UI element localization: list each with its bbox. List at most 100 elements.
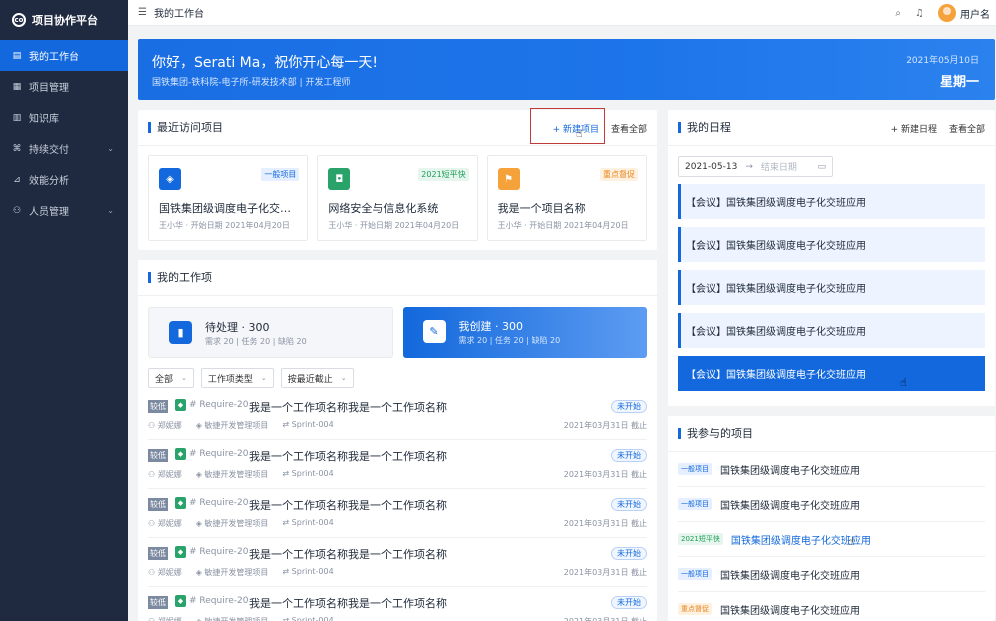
start-date: 2021-05-13 [685,161,738,172]
item-code: # Require-20 [189,547,249,557]
joined-project-row[interactable]: 重点督促 国铁集团级调度电子化交班应用 [678,592,985,621]
calendar-icon: ▭ [817,161,826,172]
schedule-event[interactable]: 【会议】国铁集团级调度电子化交班应用 [678,227,985,262]
inbox-icon: ▮ [169,321,192,344]
flag-icon: ⚑ [497,168,520,190]
work-item-row[interactable]: 较低 ◆# Require-20我是一个工作项名称我是一个工作项名称 未开始 ⚇ 郑妮… [148,587,647,621]
filter-select[interactable]: 按最近截止 ⌄ [280,368,354,388]
joined-project-row[interactable]: 一般项目 国铁集团级调度电子化交班应用 [678,487,985,522]
recent-cards: ◈ 一般项目 国铁集团级调度电子化交班... 王小华 · 开始日期 2021年04月2… [138,146,657,250]
work-item-row[interactable]: 较低 ◆# Require-20我是一个工作项名称我是一个工作项名称 未开始 ⚇ 郑妮… [148,440,647,489]
work-item-row[interactable]: 较低 ◆# Require-20我是一个工作项名称我是一个工作项名称 未开始 ⚇ 郑妮… [148,489,647,538]
item-title[interactable]: 我是一个工作项名称我是一个工作项名称 [249,497,447,513]
joined-project-row[interactable]: 2021短平快 国铁集团级调度电子化交班应用 [678,522,985,557]
item-code: # Require-20 [189,400,249,410]
project-name: 网络安全与信息化系统 [328,202,439,215]
joined-projects-panel: 我参与的项目 一般项目 国铁集团级调度电子化交班应用 一般项目 国铁集团级调度电子化交… [668,416,995,621]
work-stats: ▮ 待处理 · 300 需求 20 | 任务 20 | 缺陷 20 ✎ 我创建 · 30… [138,296,657,358]
item-owner: ⚇ 郑妮娜 [148,518,182,529]
panel-title: 我的日程 [678,122,731,133]
requirement-icon: ◆ [175,399,186,411]
user-icon: ⚇ [148,568,158,577]
schedule-event[interactable]: 【会议】国铁集团级调度电子化交班应用 [678,184,985,219]
project-name: 国铁集团级调度电子化交班应用 [720,570,860,582]
arrow-right-icon: → [745,161,753,172]
sidebar-item-label: 人员管理 [29,207,69,218]
sidebar-item-5[interactable]: ⚇ 人员管理 ⌄ [0,195,128,226]
sprint-name: Sprint-004 [291,420,334,429]
project-name: 国铁集团级调度电子化交班应用 [720,465,860,477]
due-date: 2021年03月31日 截止 [563,421,647,430]
requirement-icon: ◆ [175,595,186,607]
item-title[interactable]: 我是一个工作项名称我是一个工作项名称 [249,595,447,611]
filter-select[interactable]: 工作项类型 ⌄ [200,368,274,388]
sprint-icon: ⇄ [282,518,292,527]
panel-title: 最近访问项目 [148,122,223,133]
due-date: 2021年03月31日 截止 [563,568,647,577]
stat-title: 待处理 · 300 [205,321,270,334]
schedule-event[interactable]: 【会议】国铁集团级调度电子化交班应用 [678,313,985,348]
filter-label: 全部 [155,374,174,385]
sidebar-item-1[interactable]: ▦ 项目管理 [0,71,128,102]
owner-name: 郑妮娜 [157,421,182,430]
priority-badge: 较低 [148,596,168,609]
status-badge: 未开始 [611,400,647,413]
schedule-event[interactable]: 【会议】国铁集团级调度电子化交班应用 [678,270,985,305]
sidebar-item-4[interactable]: ⊿ 效能分析 [0,164,128,195]
search-icon[interactable]: ⌕ [895,8,901,19]
sidebar-item-0[interactable]: ▤ 我的工作台 [0,40,128,71]
new-schedule-button[interactable]: + 新建日程 [891,122,937,135]
requirement-icon: ◆ [175,448,186,460]
project-card[interactable]: ◈ 一般项目 国铁集团级调度电子化交班... 王小华 · 开始日期 2021年04月2… [148,155,309,241]
view-all-schedule-link[interactable]: 查看全部 [949,122,985,135]
project-card[interactable]: ◘ 2021短平快 网络安全与信息化系统 王小华 · 开始日期 2021年04月20日 [317,155,478,241]
sidebar-item-3[interactable]: ⌘ 持续交付 ⌄ [0,133,128,164]
highlight-box [530,108,605,144]
status-badge: 未开始 [611,498,647,511]
item-owner: ⚇ 郑妮娜 [148,420,182,431]
item-code: # Require-20 [189,449,249,459]
joined-project-row[interactable]: 一般项目 国铁集团级调度电子化交班应用 [678,557,985,592]
item-title[interactable]: 我是一个工作项名称我是一个工作项名称 [249,399,447,415]
project-card[interactable]: ⚑ 重点督促 我是一个项目名称 王小华 · 开始日期 2021年04月20日 [486,155,647,241]
sidebar-item-2[interactable]: ▥ 知识库 [0,102,128,133]
view-all-projects-link[interactable]: 查看全部 [611,122,647,135]
sidebar: co 项目协作平台 ▤ 我的工作台 ▦ 项目管理 ▥ 知识库 ⌘ 持续交付 ⌄ ⊿ 效能分析 ⚇ 人员管… [0,0,128,621]
user-icon: ⚇ [148,519,158,528]
user-icon: ⚇ [148,617,158,621]
project-meta: 王小华 · 开始日期 2021年04月20日 [159,221,290,230]
work-stat-card[interactable]: ▮ 待处理 · 300 需求 20 | 任务 20 | 缺陷 20 [148,307,393,358]
work-item-row[interactable]: 较低 ◆# Require-20我是一个工作项名称我是一个工作项名称 未开始 ⚇ 郑妮… [148,538,647,587]
event-list: 【会议】国铁集团级调度电子化交班应用 【会议】国铁集团级调度电子化交班应用 【会议】… [668,177,995,391]
item-sprint: ⇄ Sprint-004 [282,616,333,621]
user-org: 国铁集团-铁科院-电子所-研发技术部 | 开发工程师 [152,78,351,88]
project-name: 敏捷开发管理项目 [204,470,269,479]
avatar[interactable] [938,4,956,22]
project-tag: 2021短平快 [678,533,723,545]
stat-title: 我创建 · 300 [458,320,524,333]
project-tag: 重点督促 [599,168,638,181]
page-title: 我的工作台 [154,9,204,20]
work-filters: 全部 ⌄ 工作项类型 ⌄ 按最近截止 ⌄ [138,358,657,388]
priority-badge: 较低 [148,400,168,413]
bell-icon[interactable]: ♫ [915,8,924,19]
item-title[interactable]: 我是一个工作项名称我是一个工作项名称 [249,546,447,562]
schedule-event[interactable]: 【会议】国铁集团级调度电子化交班应用 [678,356,985,391]
hand-cursor-icon: ☝ [900,376,907,389]
item-title[interactable]: 我是一个工作项名称我是一个工作项名称 [249,448,447,464]
sidebar-item-label: 项目管理 [29,83,69,94]
username[interactable]: 用户名 [960,6,990,21]
item-code: # Require-20 [189,498,249,508]
project-tag: 一般项目 [678,568,712,580]
logo-icon: co [12,13,26,27]
menu-toggle-icon[interactable]: ☰ [138,7,148,18]
work-item-row[interactable]: 较低 ◆# Require-20我是一个工作项名称我是一个工作项名称 未开始 ⚇ 郑妮… [148,391,647,440]
project-tag: 一般项目 [261,168,300,181]
sidebar-item-label: 知识库 [29,114,59,125]
joined-project-row[interactable]: 一般项目 国铁集团级调度电子化交班应用 [678,452,985,487]
app-logo[interactable]: co 项目协作平台 [0,0,128,40]
filter-select[interactable]: 全部 ⌄ [148,368,194,388]
work-stat-card[interactable]: ✎ 我创建 · 300 需求 20 | 任务 20 | 缺陷 20 [402,307,647,358]
date-range-picker[interactable]: 2021-05-13 → 结束日期 ▭ [678,156,833,177]
requirement-icon: ◆ [175,497,186,509]
